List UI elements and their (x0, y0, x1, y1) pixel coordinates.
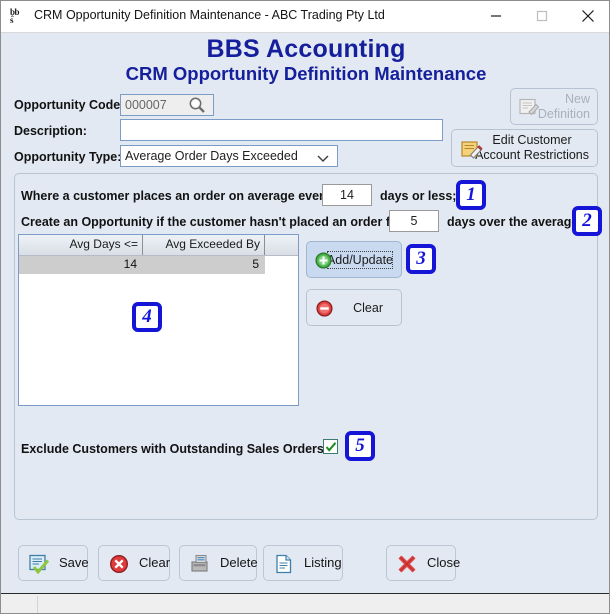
close-window-button[interactable] (565, 1, 609, 31)
close-button[interactable]: Close (386, 545, 460, 581)
maximize-icon (536, 10, 548, 22)
edit-customer-label-line2: Account Restrictions (475, 148, 589, 162)
days-over-average-input[interactable] (389, 210, 439, 232)
page-title: CRM Opportunity Definition Maintenance (125, 63, 487, 84)
shredder-icon (190, 554, 210, 577)
badge-5: 5 (345, 431, 375, 461)
status-text (37, 596, 587, 613)
clear-grid-button[interactable]: Clear (306, 289, 402, 326)
column-header-avg-days[interactable]: Avg Days <= (19, 235, 143, 255)
window-title: CRM Opportunity Definition Maintenance -… (34, 8, 385, 22)
badge-4: 4 (132, 302, 162, 332)
cell-blank (265, 256, 298, 274)
add-update-button[interactable]: Add/Update (306, 241, 402, 278)
bbs-app-icon: b̭b s (10, 7, 20, 25)
checkmark-icon (325, 442, 337, 452)
code-search-button[interactable] (187, 96, 207, 114)
edit-pencil-icon (461, 140, 483, 164)
maximize-button[interactable] (519, 1, 565, 31)
focus-ring (327, 251, 393, 269)
clear-grid-label: Clear (353, 300, 383, 315)
application-window: b̭b s CRM Opportunity Definition Maintena… (0, 0, 610, 614)
badge-1: 1 (456, 180, 486, 210)
save-checkmark-icon (29, 554, 50, 577)
close-label: Close (427, 555, 461, 570)
red-cross-icon (397, 554, 417, 577)
cell-avg-days: 14 (123, 257, 137, 271)
save-label: Save (59, 555, 89, 570)
app-title: BBS Accounting (206, 35, 406, 63)
status-bar (1, 593, 609, 613)
criteria-row1-suffix: days or less; (380, 189, 457, 203)
delete-button[interactable]: Delete (179, 545, 258, 581)
opportunity-type-label: Opportunity Type: (14, 150, 122, 164)
minus-circle-icon (316, 300, 333, 320)
badge-3: 3 (406, 244, 436, 274)
clear-label: Clear (139, 555, 171, 570)
opportunity-type-select[interactable] (120, 145, 338, 167)
plus-circle-icon (315, 252, 332, 272)
edit-customer-account-restrictions-button[interactable]: Edit Customer Account Restrictions (451, 129, 598, 167)
chevron-down-icon[interactable] (316, 151, 330, 169)
description-label: Description: (14, 124, 87, 138)
criteria-row2-prefix: Create an Opportunity if the customer ha… (21, 215, 403, 229)
criteria-row1-prefix: Where a customer places an order on aver… (21, 189, 331, 203)
new-definition-button[interactable]: New Definition (510, 88, 598, 125)
document-icon (274, 554, 294, 577)
red-x-octagon-icon (109, 554, 129, 577)
new-definition-label-line2: Definition (537, 106, 590, 121)
new-definition-label-line1: New (564, 91, 590, 106)
exclude-customers-label: Exclude Customers with Outstanding Sales… (21, 442, 329, 456)
badge-2: 2 (572, 206, 602, 236)
listing-label: Listing (304, 555, 342, 570)
average-days-input[interactable] (322, 184, 372, 206)
column-header-blank[interactable] (265, 235, 298, 255)
title-bar: b̭b s CRM Opportunity Definition Maintena… (1, 1, 609, 33)
delete-label: Delete (220, 555, 258, 570)
listing-button[interactable]: Listing (263, 545, 343, 581)
table-row[interactable]: 14 5 (19, 256, 298, 274)
clear-button[interactable]: Clear (98, 545, 170, 581)
description-input[interactable] (120, 119, 443, 141)
grid-header-row: Avg Days <= Avg Exceeded By (19, 235, 298, 256)
save-button[interactable]: Save (18, 545, 89, 581)
column-header-avg-exceeded-by[interactable]: Avg Exceeded By (143, 235, 265, 255)
criteria-row2-suffix: days over the average (447, 215, 579, 229)
edit-customer-label-line1: Edit Customer (492, 133, 572, 147)
new-definition-icon (519, 98, 540, 121)
cell-avg-exceeded-by: 5 (252, 257, 259, 271)
close-icon (582, 10, 594, 22)
exclude-customers-checkbox[interactable] (323, 439, 338, 454)
opportunity-code-label: Opportunity Code: (14, 98, 125, 112)
minimize-button[interactable] (473, 1, 519, 31)
minimize-icon (491, 15, 501, 17)
magnifier-icon (189, 97, 205, 113)
